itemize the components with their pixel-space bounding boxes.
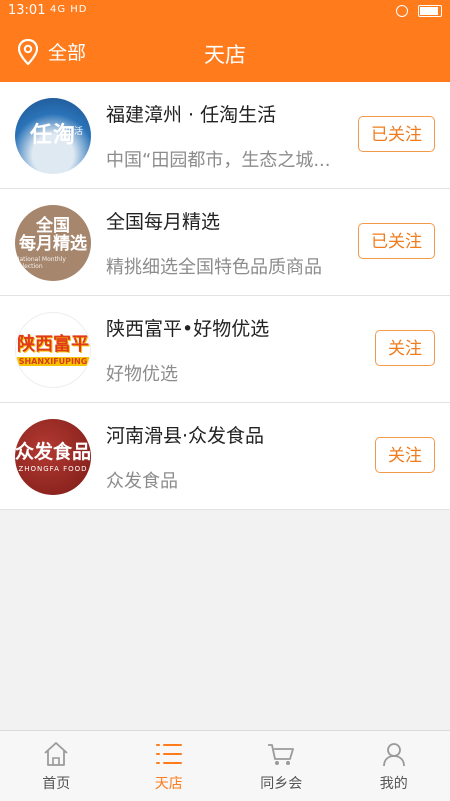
tab-hometown-club[interactable]: 同乡会 xyxy=(225,731,338,801)
shop-description: 众发食品 xyxy=(106,467,178,493)
follow-button[interactable]: 关注 xyxy=(375,437,435,473)
shop-description: 精挑细选全国特色品质商品 xyxy=(106,253,322,279)
follow-button[interactable]: 关注 xyxy=(375,330,435,366)
follow-button[interactable]: 已关注 xyxy=(358,223,435,259)
shop-logo: 任淘 生活 xyxy=(15,98,91,174)
shop-name: 福建漳州 · 任淘生活 xyxy=(106,100,276,127)
battery-icon xyxy=(418,5,442,17)
shop-name: 陕西富平•好物优选 xyxy=(106,314,269,341)
person-icon xyxy=(380,741,408,767)
network-indicator: 4G HD xyxy=(50,4,88,15)
shop-row[interactable]: 全国 每月精选 National Monthly Selection 全国每月精… xyxy=(0,189,450,296)
shop-description: 中国“田园都市，生态之城... xyxy=(106,146,331,172)
tab-home[interactable]: 首页 xyxy=(0,731,113,801)
list-icon xyxy=(154,741,184,767)
status-right xyxy=(396,3,442,18)
tab-label: 我的 xyxy=(380,773,408,793)
page-title: 天店 xyxy=(0,39,450,69)
shop-description: 好物优选 xyxy=(106,360,178,386)
follow-button[interactable]: 已关注 xyxy=(358,116,435,152)
cart-icon xyxy=(266,741,296,767)
shop-name: 河南滑县·众发食品 xyxy=(106,421,264,448)
shop-row[interactable]: 陕西富平 SHANXIFUPING 陕西富平•好物优选 好物优选 关注 xyxy=(0,296,450,403)
shop-logo: 陕西富平 SHANXIFUPING xyxy=(15,312,91,388)
shop-row[interactable]: 众发食品 ZHONGFA FOOD 河南滑县·众发食品 众发食品 关注 xyxy=(0,403,450,510)
tab-store[interactable]: 天店 xyxy=(113,731,226,801)
rotation-lock-icon xyxy=(396,5,408,17)
status-bar: 13:01 4G HD xyxy=(0,0,450,24)
home-icon xyxy=(42,741,70,767)
app-header: 全部 天店 xyxy=(0,24,450,82)
bottom-tab-bar: 首页 天店 同乡会 我的 xyxy=(0,730,450,801)
shop-logo: 全国 每月精选 National Monthly Selection xyxy=(15,205,91,281)
shop-list: 任淘 生活 福建漳州 · 任淘生活 中国“田园都市，生态之城... 已关注 全国… xyxy=(0,82,450,510)
tab-label: 天店 xyxy=(155,773,183,793)
tab-label: 同乡会 xyxy=(260,773,302,793)
shop-logo: 众发食品 ZHONGFA FOOD xyxy=(15,419,91,495)
tab-label: 首页 xyxy=(42,773,70,793)
tab-mine[interactable]: 我的 xyxy=(338,731,450,801)
status-time: 13:01 xyxy=(8,3,45,18)
shop-name: 全国每月精选 xyxy=(106,207,220,234)
shop-row[interactable]: 任淘 生活 福建漳州 · 任淘生活 中国“田园都市，生态之城... 已关注 xyxy=(0,82,450,189)
